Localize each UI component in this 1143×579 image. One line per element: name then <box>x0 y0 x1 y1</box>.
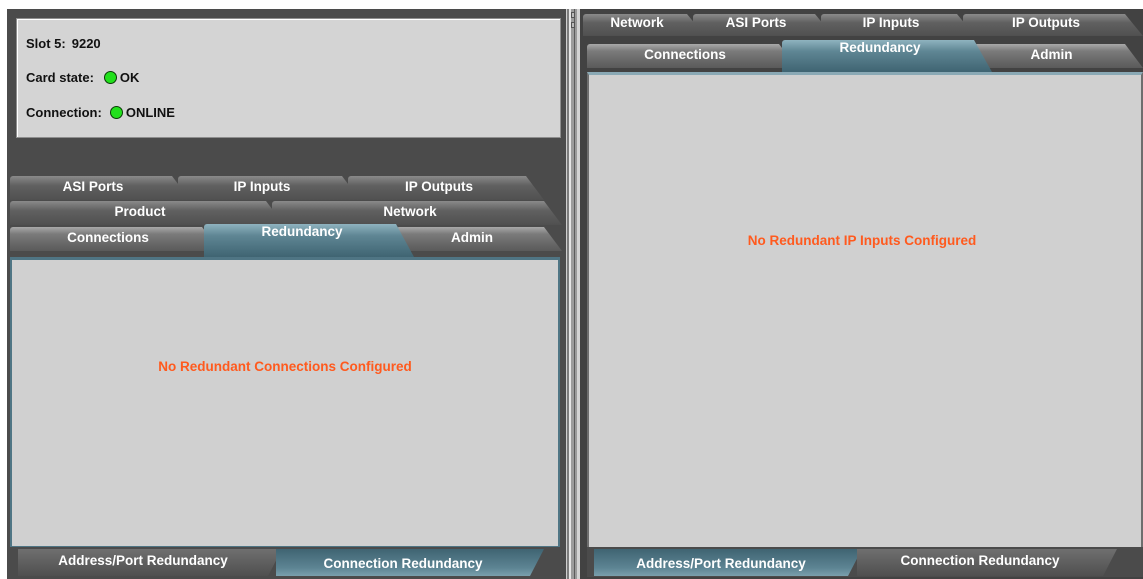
slot-label: Slot 5: <box>26 36 66 51</box>
tab-label: ASI Ports <box>62 179 124 194</box>
tab-redundancy[interactable]: Redundancy <box>204 224 414 257</box>
redundancy-content-area: No Redundant IP Inputs Configured <box>587 72 1143 576</box>
tab-admin[interactable]: Admin <box>396 227 562 251</box>
redundancy-content-area: No Redundant Connections Configured <box>10 257 560 548</box>
tab-label: Admin <box>1030 47 1073 62</box>
tab-label: Admin <box>451 230 493 245</box>
card-state-value: OK <box>119 70 140 85</box>
connection-row: Connection: ONLINE <box>26 105 175 120</box>
slot-row: Slot 5: 9220 <box>26 36 101 51</box>
card-state-label: Card state: <box>26 70 94 85</box>
splitter-grip-icon[interactable] <box>571 22 575 28</box>
subtab-bar: Address/Port Redundancy Connection Redun… <box>587 547 1143 577</box>
tab-connections[interactable]: Connections <box>587 44 797 68</box>
subtab-label: Address/Port Redundancy <box>636 556 806 571</box>
left-panel: Slot 5: 9220 Card state: OK Connection: … <box>7 9 566 579</box>
tab-label: IP Inputs <box>233 179 291 194</box>
subtab-label: Address/Port Redundancy <box>58 553 228 568</box>
tab-label: IP Outputs <box>1011 15 1080 30</box>
tab-ip-outputs[interactable]: IP Outputs <box>348 176 544 200</box>
tab-asi-ports[interactable]: ASI Ports <box>10 176 190 200</box>
empty-state-message: No Redundant Connections Configured <box>158 359 412 374</box>
subtab-label: Connection Redundancy <box>900 553 1060 568</box>
tab-label: IP Inputs <box>862 15 920 30</box>
subtab-address-port-redundancy[interactable]: Address/Port Redundancy <box>594 549 862 576</box>
tab-label: Network <box>610 15 664 30</box>
tab-ip-inputs[interactable]: IP Inputs <box>821 14 975 36</box>
slot-value: 9220 <box>71 36 101 51</box>
tab-asi-ports[interactable]: ASI Ports <box>693 14 833 36</box>
tab-network[interactable]: Network <box>583 14 705 36</box>
tab-label: ASI Ports <box>725 15 787 30</box>
subtab-label: Connection Redundancy <box>323 556 483 571</box>
connection-value: ONLINE <box>125 105 175 120</box>
empty-state-message: No Redundant IP Inputs Configured <box>747 233 977 248</box>
tab-product[interactable]: Product <box>10 201 284 225</box>
tab-label: Product <box>114 204 166 219</box>
subtab-connection-redundancy[interactable]: Connection Redundancy <box>857 549 1117 576</box>
card-info-box: Slot 5: 9220 Card state: OK Connection: … <box>16 18 561 138</box>
tab-network[interactable]: Network <box>272 201 562 225</box>
tab-redundancy[interactable]: Redundancy <box>782 40 992 72</box>
splitter-grip-icon[interactable] <box>571 12 575 18</box>
tab-label: Connections <box>644 47 726 62</box>
tab-connections[interactable]: Connections <box>10 227 220 251</box>
subtab-bar: Address/Port Redundancy Connection Redun… <box>10 547 560 577</box>
right-panel: Network ASI Ports IP Inputs IP Outputs C… <box>580 9 1143 579</box>
tab-label: Redundancy <box>261 224 343 239</box>
tab-label: Redundancy <box>839 40 921 55</box>
tab-ip-inputs[interactable]: IP Inputs <box>178 176 360 200</box>
tab-ip-outputs[interactable]: IP Outputs <box>963 14 1143 36</box>
tab-label: Connections <box>67 230 149 245</box>
subtab-address-port-redundancy[interactable]: Address/Port Redundancy <box>18 549 282 576</box>
tab-admin[interactable]: Admin <box>974 44 1143 68</box>
card-state-status-icon <box>103 71 117 84</box>
pane-splitter[interactable] <box>566 9 580 579</box>
connection-status-icon <box>109 106 123 119</box>
tab-label: Network <box>383 204 437 219</box>
card-state-row: Card state: OK <box>26 70 139 85</box>
tab-label: IP Outputs <box>404 179 473 194</box>
subtab-connection-redundancy[interactable]: Connection Redundancy <box>276 549 544 576</box>
connection-label: Connection: <box>26 105 102 120</box>
